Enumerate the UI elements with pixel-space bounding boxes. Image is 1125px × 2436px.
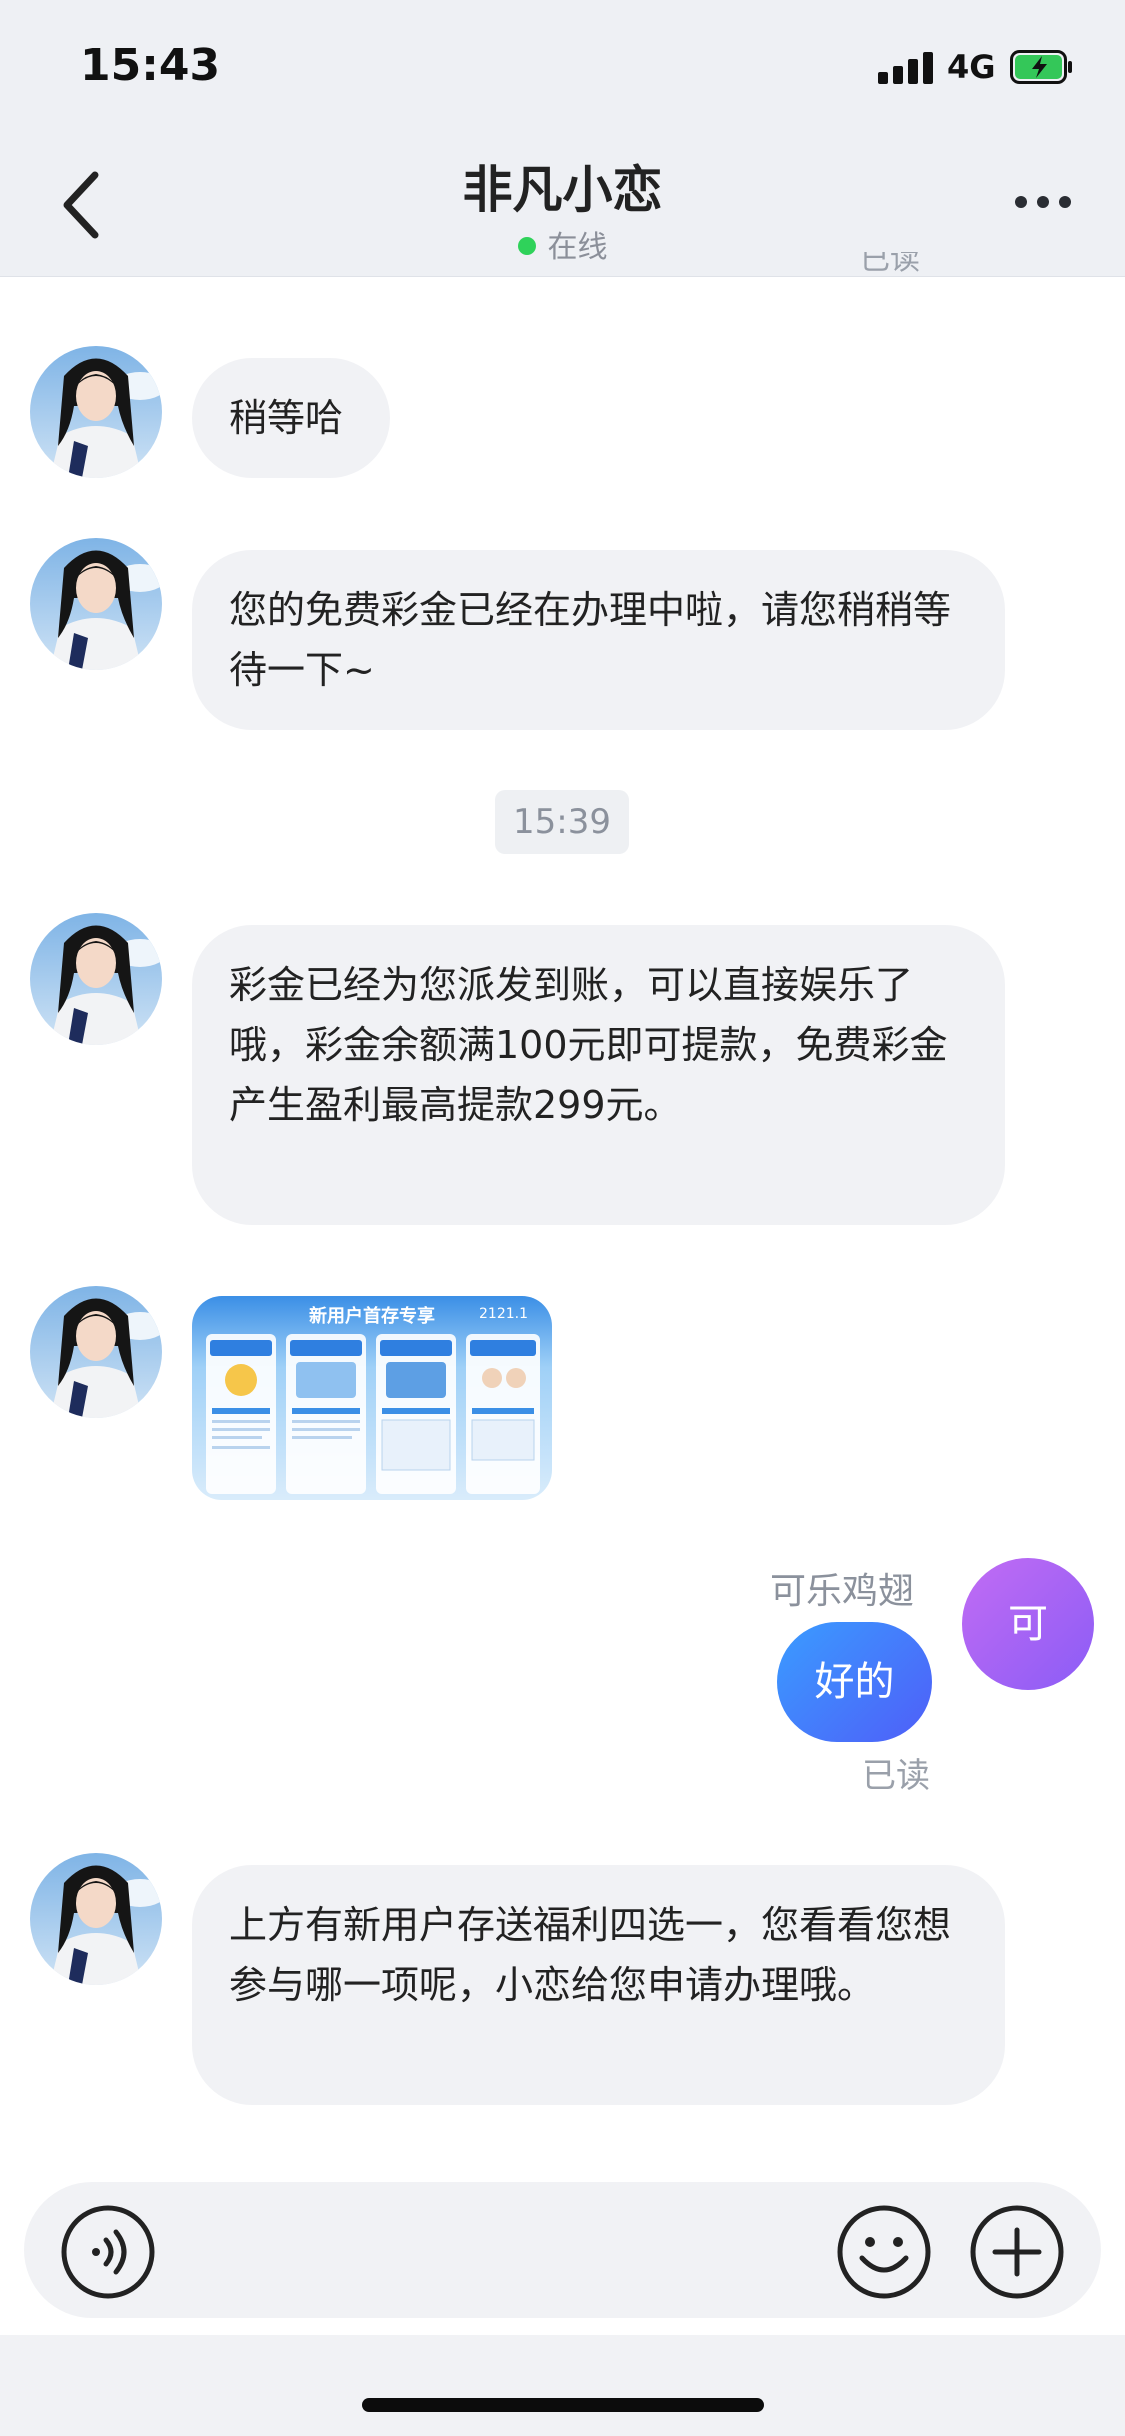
status-time: 15:43	[80, 40, 221, 91]
promo-date: 2121.1	[479, 1306, 528, 1322]
signal-icon	[878, 52, 936, 84]
online-status-label: 在线	[547, 230, 608, 265]
message-bubble: 稍等哈	[192, 358, 390, 478]
battery-charging-icon	[1010, 50, 1072, 84]
chat-header: 15:43 4G 非凡小恋 在线	[0, 0, 1125, 277]
message-bubble: 您的免费彩金已经在办理中啦，请您稍稍等待一下~	[192, 550, 1005, 730]
voice-icon[interactable]	[60, 2204, 156, 2300]
my-message-bubble: 好的	[777, 1622, 932, 1742]
bottom-area	[0, 2335, 1125, 2436]
agent-avatar[interactable]	[30, 913, 162, 1045]
agent-avatar[interactable]	[30, 538, 162, 670]
network-label: 4G	[947, 48, 996, 86]
agent-avatar[interactable]	[30, 1286, 162, 1418]
home-indicator[interactable]	[362, 2398, 764, 2412]
emoji-icon[interactable]	[836, 2204, 932, 2300]
chat-title: 非凡小恋	[462, 161, 663, 219]
promo-title: 新用户首存专享	[309, 1305, 435, 1327]
message-bubble: 彩金已经为您派发到账，可以直接娱乐了哦，彩金余额满100元即可提款，免费彩金产生…	[192, 925, 1005, 1225]
my-avatar[interactable]: 可	[962, 1558, 1094, 1690]
agent-avatar[interactable]	[30, 1853, 162, 1985]
online-dot-icon	[517, 237, 536, 255]
plus-icon[interactable]	[969, 2204, 1065, 2300]
agent-avatar[interactable]	[30, 346, 162, 478]
my-sender-name: 可乐鸡翅	[770, 1571, 915, 1612]
timestamp-chip: 15:39	[495, 790, 629, 854]
message-bubble: 上方有新用户存送福利四选一，您看看您想参与哪一项呢，小恋给您申请办理哦。	[192, 1865, 1005, 2105]
read-receipt-peek: 已读	[860, 252, 920, 277]
more-dots-icon[interactable]	[1015, 196, 1071, 210]
input-bar	[24, 2182, 1101, 2318]
promo-image[interactable]: 新用户首存专享 2121.1	[192, 1296, 552, 1500]
read-status: 已读	[862, 1756, 930, 1796]
